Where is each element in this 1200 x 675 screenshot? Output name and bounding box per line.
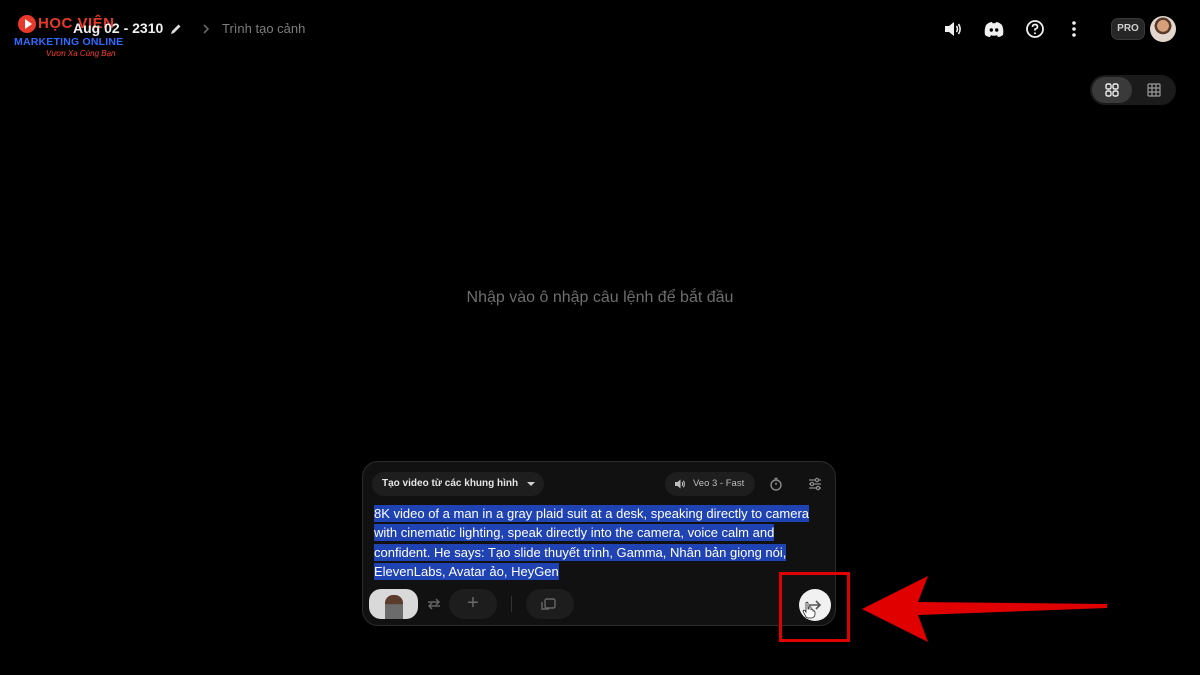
- chevron-right-icon: [203, 24, 210, 34]
- divider: [511, 596, 512, 612]
- add-frame-button[interactable]: +: [449, 589, 497, 619]
- play-logo-icon: [18, 15, 36, 33]
- user-avatar[interactable]: [1150, 16, 1176, 42]
- breadcrumb-scene-builder[interactable]: Trình tạo cảnh: [222, 21, 305, 36]
- generation-mode-dropdown[interactable]: Tạo video từ các khung hình: [372, 472, 545, 496]
- model-label: Veo 3 - Fast: [693, 478, 745, 489]
- frame-swap-icon: [541, 598, 556, 610]
- view-toggle: [1090, 75, 1176, 105]
- speaker-icon: [675, 479, 685, 489]
- grid-nine-icon: [1147, 83, 1161, 97]
- prompt-text-selected: 8K video of a man in a gray plaid suit a…: [374, 505, 810, 581]
- logo-tagline: Vươn Xa Cùng Bạn: [46, 49, 116, 58]
- swap-arrows-icon[interactable]: [426, 597, 442, 611]
- project-title[interactable]: Aug 02 - 2310: [73, 20, 163, 36]
- prompt-input[interactable]: 8K video of a man in a gray plaid suit a…: [374, 504, 814, 582]
- generation-mode-label: Tạo video từ các khung hình: [382, 478, 519, 489]
- reference-frame-thumbnail[interactable]: [369, 589, 418, 619]
- volume-icon[interactable]: [942, 18, 964, 40]
- highlight-box-annotation: [779, 572, 850, 642]
- dense-grid-view-button[interactable]: [1134, 77, 1174, 103]
- end-frame-button[interactable]: [526, 589, 574, 619]
- edit-pencil-icon[interactable]: [169, 22, 183, 36]
- pro-badge: PRO: [1111, 18, 1145, 40]
- model-selector-button[interactable]: Veo 3 - Fast: [665, 472, 755, 496]
- grid-four-icon: [1105, 83, 1119, 97]
- grid-view-button[interactable]: [1092, 77, 1132, 103]
- help-icon[interactable]: [1024, 18, 1046, 40]
- prompt-composer: Tạo video từ các khung hình Veo 3 - Fast…: [362, 461, 836, 626]
- settings-sliders-icon[interactable]: [807, 476, 823, 492]
- discord-icon[interactable]: [983, 18, 1005, 40]
- person-thumbnail-image: [385, 595, 403, 619]
- caret-down-icon: [527, 482, 536, 486]
- red-arrow-annotation: [862, 576, 1107, 642]
- top-bar: HỌC VIỆN MARKETING ONLINE Vươn Xa Cùng B…: [0, 0, 1200, 60]
- more-vertical-icon[interactable]: [1063, 18, 1085, 40]
- logo-line2: MARKETING ONLINE: [14, 36, 124, 48]
- empty-state-hint: Nhập vào ô nhập câu lệnh để bắt đầu: [466, 289, 734, 306]
- timer-icon[interactable]: [768, 476, 784, 492]
